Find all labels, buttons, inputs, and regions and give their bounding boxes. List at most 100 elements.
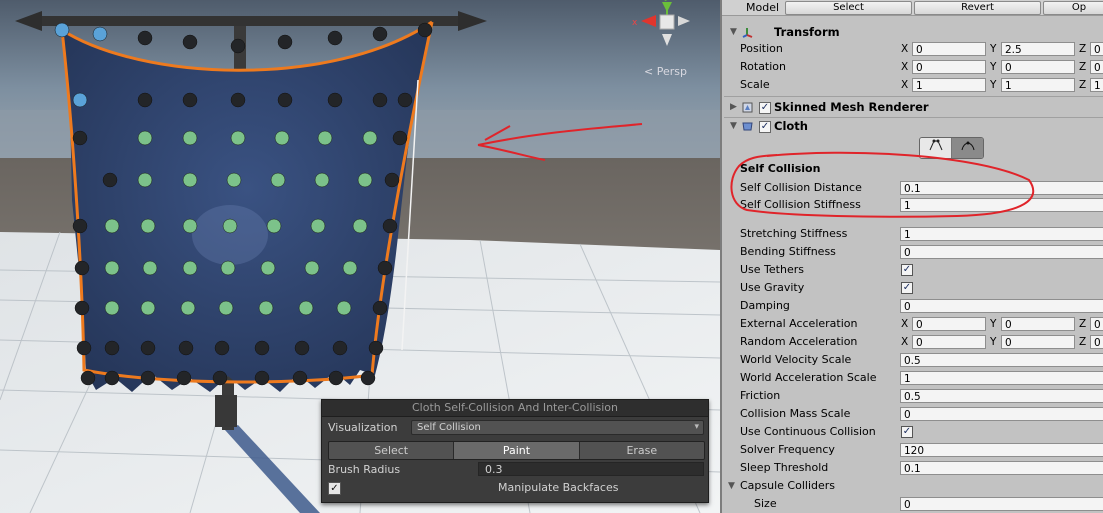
cloth-particle[interactable] [182, 172, 198, 188]
cloth-particle[interactable] [328, 370, 344, 386]
cloth-particle[interactable] [294, 340, 310, 356]
cloth-particle[interactable] [362, 130, 378, 146]
cloth-particle[interactable] [74, 300, 90, 316]
cloth-particle[interactable] [230, 38, 246, 54]
cloth-particle[interactable] [137, 172, 153, 188]
use-tethers-checkbox[interactable]: ✓ [901, 264, 913, 276]
cloth-particle[interactable] [182, 92, 198, 108]
cloth-particle[interactable] [336, 300, 352, 316]
cloth-particle[interactable] [218, 300, 234, 316]
random-acceleration-x-field[interactable]: 0 [912, 335, 986, 349]
cloth-particle[interactable] [72, 92, 88, 108]
cloth-particle[interactable] [104, 370, 120, 386]
fold-open-icon[interactable]: ▼ [730, 24, 737, 41]
external-acceleration-z-field[interactable]: 0 [1090, 317, 1103, 331]
brush-radius-field[interactable]: 0.3 [478, 462, 704, 476]
cloth-particle[interactable] [226, 172, 242, 188]
random-acceleration-y-field[interactable]: 0 [1001, 335, 1075, 349]
cloth-particle[interactable] [342, 260, 358, 276]
skinned-mesh-renderer-header[interactable]: ▶ ✓ Skinned Mesh Renderer [722, 99, 1103, 116]
fold-open-icon[interactable]: ▼ [728, 477, 735, 495]
world-acceleration-scale-field[interactable]: 1 [900, 371, 1103, 385]
stretching-stiffness-field[interactable]: 1 [900, 227, 1103, 241]
cloth-particle[interactable] [74, 260, 90, 276]
cloth-particle[interactable] [80, 370, 96, 386]
select-mode-button[interactable]: Select [329, 442, 455, 459]
cloth-particle[interactable] [140, 340, 156, 356]
cloth-particle[interactable] [102, 172, 118, 188]
cloth-particle[interactable] [270, 172, 286, 188]
scene-view[interactable]: x y < Persp Cloth Self-Collision And Int… [0, 0, 720, 513]
cloth-particle[interactable] [214, 340, 230, 356]
collision-mass-scale-field[interactable]: 0 [900, 407, 1103, 421]
cloth-particle[interactable] [392, 130, 408, 146]
cloth-particle[interactable] [277, 34, 293, 50]
cloth-particle[interactable] [266, 218, 282, 234]
position-z-field[interactable]: 0 [1090, 42, 1103, 56]
revert-button[interactable]: Revert [914, 1, 1041, 15]
cloth-particle[interactable] [258, 300, 274, 316]
cloth-particle[interactable] [397, 92, 413, 108]
cloth-particle[interactable] [254, 340, 270, 356]
cloth-particle[interactable] [212, 370, 228, 386]
cloth-particle[interactable] [76, 340, 92, 356]
cloth-particle[interactable] [140, 218, 156, 234]
cloth-particle[interactable] [54, 22, 70, 38]
cloth-particle[interactable] [360, 370, 376, 386]
cloth-particle[interactable] [254, 370, 270, 386]
cloth-particle[interactable] [140, 370, 156, 386]
transform-header[interactable]: ▼ Transform [722, 24, 1103, 41]
cloth-particle[interactable] [274, 130, 290, 146]
cloth-particle[interactable] [327, 92, 343, 108]
cloth-particle[interactable] [260, 260, 276, 276]
cloth-particle[interactable] [332, 340, 348, 356]
cloth-particle[interactable] [142, 260, 158, 276]
perspective-label[interactable]: < Persp [644, 65, 687, 78]
cloth-particle[interactable] [352, 218, 368, 234]
cloth-particle[interactable] [317, 130, 333, 146]
cloth-particle[interactable] [382, 218, 398, 234]
use-continuous-collision-checkbox[interactable]: ✓ [901, 426, 913, 438]
cloth-particle[interactable] [137, 92, 153, 108]
rotation-y-field[interactable]: 0 [1001, 60, 1075, 74]
cloth-particle[interactable] [182, 130, 198, 146]
cloth-particle[interactable] [377, 260, 393, 276]
cloth-particle[interactable] [92, 26, 108, 42]
skinned-mesh-enabled-checkbox[interactable]: ✓ [759, 102, 771, 114]
cloth-particle[interactable] [372, 92, 388, 108]
cloth-enabled-checkbox[interactable]: ✓ [759, 121, 771, 133]
cloth-particle[interactable] [72, 218, 88, 234]
cloth-particle[interactable] [372, 26, 388, 42]
cloth-particle[interactable] [310, 218, 326, 234]
cloth-particle[interactable] [104, 340, 120, 356]
cloth-particle[interactable] [222, 218, 238, 234]
cloth-particle[interactable] [104, 218, 120, 234]
position-x-field[interactable]: 0 [912, 42, 986, 56]
cloth-particle[interactable] [304, 260, 320, 276]
cloth-particle[interactable] [368, 340, 384, 356]
cloth-particle[interactable] [230, 92, 246, 108]
scale-x-field[interactable]: 1 [912, 78, 986, 92]
scale-z-field[interactable]: 1 [1090, 78, 1103, 92]
cloth-particle[interactable] [104, 260, 120, 276]
cloth-particle[interactable] [277, 92, 293, 108]
use-gravity-checkbox[interactable]: ✓ [901, 282, 913, 294]
size-field[interactable]: 0 [900, 497, 1103, 511]
cloth-particle[interactable] [220, 260, 236, 276]
cloth-particle[interactable] [298, 300, 314, 316]
scale-y-field[interactable]: 1 [1001, 78, 1075, 92]
paint-mode-button[interactable]: Paint [454, 442, 580, 459]
select-button[interactable]: Select [785, 1, 912, 15]
solver-frequency-field[interactable]: 120 [900, 443, 1103, 457]
cloth-particle[interactable] [357, 172, 373, 188]
cloth-particle[interactable] [182, 260, 198, 276]
sleep-threshold-field[interactable]: 0.1 [900, 461, 1103, 475]
cloth-particle[interactable] [137, 130, 153, 146]
rotation-x-field[interactable]: 0 [912, 60, 986, 74]
cloth-particle[interactable] [180, 300, 196, 316]
visualization-dropdown[interactable]: Self Collision ▾ [411, 420, 704, 435]
rotation-z-field[interactable]: 0 [1090, 60, 1103, 74]
cloth-particle[interactable] [372, 300, 388, 316]
cloth-particle[interactable] [176, 370, 192, 386]
fold-open-icon[interactable]: ▼ [730, 118, 737, 135]
